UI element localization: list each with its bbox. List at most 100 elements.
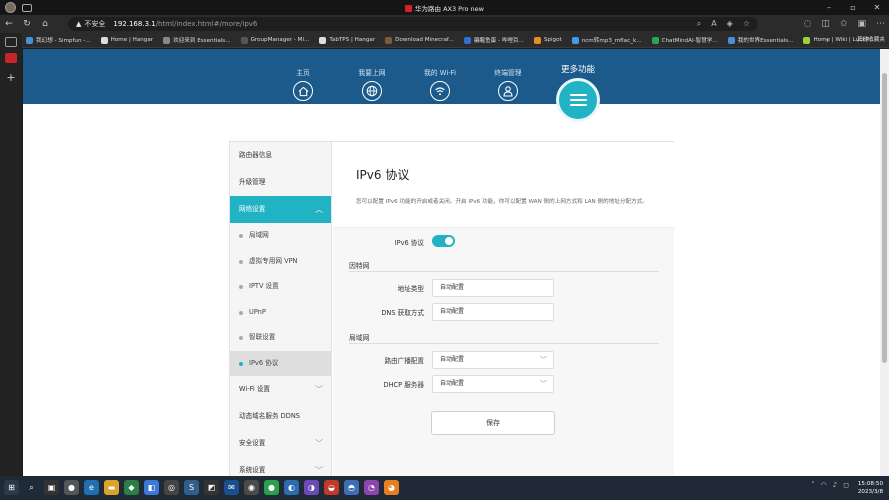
more-features-menu-icon[interactable] — [556, 78, 600, 122]
browser-side-rail: + — [0, 33, 22, 476]
dhcp-select[interactable]: 自动配置 ﹀ — [432, 375, 554, 393]
maximize-button[interactable]: ▫ — [841, 0, 865, 15]
edge-icon[interactable]: e — [84, 480, 99, 495]
sidebar-subitem-vpn[interactable]: 虚拟专用网 VPN — [230, 249, 331, 275]
read-aloud-icon[interactable]: A — [711, 19, 716, 29]
nav-internet[interactable]: 我要上网 — [347, 67, 397, 101]
sidebar-item-upgrade[interactable]: 升级管理 — [230, 169, 331, 196]
sidebar-item-security[interactable]: 安全设置 ﹀ — [230, 430, 331, 457]
ipv6-toggle-switch[interactable] — [432, 235, 455, 247]
bookmark-item[interactable]: ncm转mp3_mflac_k... — [571, 36, 642, 44]
back-button[interactable]: ← — [0, 19, 18, 29]
wechat-icon[interactable]: ● — [264, 480, 279, 495]
ra-select[interactable]: 自动配置 ﹀ — [432, 351, 554, 369]
tab-actions-icon[interactable] — [5, 37, 17, 47]
app-icon[interactable]: ◩ — [204, 480, 219, 495]
warning-icon[interactable]: ▲ — [76, 20, 81, 28]
sidebar-item-system[interactable]: 系统设置 ﹀ — [230, 457, 331, 476]
globe-icon — [362, 81, 382, 101]
bookmark-item[interactable]: Spigot — [533, 36, 562, 44]
favorite-star-icon[interactable]: ☆ — [743, 19, 750, 29]
bookmark-item[interactable]: Download Minecraf... — [385, 36, 454, 44]
refresh-circle-icon[interactable]: ◌ — [804, 19, 812, 29]
file-explorer-icon[interactable]: ▬ — [104, 480, 119, 495]
ipv6-toggle-row: IPv6 协议 — [333, 233, 674, 251]
app-icon[interactable]: ◔ — [364, 480, 379, 495]
bookmark-item[interactable]: 我幻想 - Simpfun -... — [26, 36, 91, 44]
page-scrollbar[interactable] — [880, 49, 889, 476]
security-label[interactable]: 不安全 — [84, 19, 105, 29]
bookmark-favicon-icon — [240, 36, 248, 44]
bookmark-favicon-icon — [533, 36, 541, 44]
app-icon[interactable]: ◑ — [304, 480, 319, 495]
bullet-dot-icon — [239, 310, 243, 315]
app-icon[interactable]: ◎ — [164, 480, 179, 495]
app-icon[interactable]: ● — [64, 480, 79, 495]
profile-avatar[interactable] — [5, 2, 16, 13]
bookmarks-bar: 我幻想 - Simpfun -... Home | Hangar 欢迎来到 Es… — [0, 33, 889, 48]
sidebar-subitem-lan[interactable]: 局域网 — [230, 223, 331, 249]
windows-start-icon[interactable]: ⊞ — [4, 480, 19, 495]
bookmark-item[interactable]: 骗醒鱼蛋 - 哔哩百... — [463, 36, 524, 44]
app-icon[interactable]: S — [184, 480, 199, 495]
nav-home[interactable]: 主页 — [278, 67, 328, 101]
other-bookmarks-folder[interactable]: 其他收藏夹 — [857, 33, 885, 47]
bookmark-item[interactable]: Home | Hangar — [100, 36, 153, 44]
task-view-icon[interactable]: ▣ — [44, 480, 59, 495]
dns-field[interactable]: 自动配置 — [432, 303, 554, 321]
nav-devices[interactable]: 终端管理 — [483, 67, 533, 101]
sidebar-subitem-ipv6[interactable]: IPv6 协议 — [230, 350, 331, 376]
reload-button[interactable]: ↻ — [18, 19, 36, 29]
new-tab-plus-icon[interactable]: + — [0, 71, 22, 84]
extension-icon[interactable]: ◈ — [727, 19, 733, 29]
chevron-down-icon: ﹀ — [315, 439, 323, 448]
sidebar-item-router-info[interactable]: 路由器信息 — [230, 142, 331, 169]
notification-icon[interactable]: ◻ — [843, 481, 849, 489]
search-icon[interactable]: ⌕ — [24, 480, 39, 495]
address-bar[interactable]: ▲ 不安全 192.168.3.1/html/index.html#/more/… — [68, 17, 758, 31]
menu-icon[interactable]: ⋯ — [876, 19, 885, 29]
tray-chevron-icon[interactable]: ˄ — [811, 481, 815, 489]
save-button[interactable]: 保存 — [431, 411, 555, 435]
bookmarks-overflow-chevron-icon[interactable]: › — [826, 33, 829, 47]
split-screen-icon[interactable]: ◫ — [821, 19, 830, 29]
bookmark-item[interactable]: 我的世界Essentials... — [727, 36, 793, 44]
chevron-down-icon: ﹀ — [315, 385, 323, 394]
app-icon[interactable]: ◆ — [124, 480, 139, 495]
app-icon[interactable]: ◉ — [244, 480, 259, 495]
scrollbar-thumb[interactable] — [882, 73, 887, 363]
app-icon[interactable]: ◒ — [324, 480, 339, 495]
bookmark-item[interactable]: TabTPS | Hangar — [319, 36, 375, 44]
network-icon[interactable]: ◠ — [821, 481, 827, 489]
sidebar-item-ddns[interactable]: 动态域名服务 DDNS — [230, 403, 331, 430]
dhcp-row: DHCP 服务器 自动配置 ﹀ — [333, 375, 674, 393]
app-icon[interactable]: ◧ — [144, 480, 159, 495]
sidebar-subitem-iptv[interactable]: IPTV 设置 — [230, 274, 331, 300]
more-features-label: 更多功能 — [560, 65, 595, 75]
app-icon[interactable]: ◐ — [284, 480, 299, 495]
app-icon[interactable]: ✉ — [224, 480, 239, 495]
nav-wifi[interactable]: 我的 Wi-Fi — [415, 67, 465, 101]
close-button[interactable]: ✕ — [865, 0, 889, 15]
volume-icon[interactable]: ♪ — [833, 481, 837, 489]
bookmark-item[interactable]: 欢迎来到 Essentials... — [163, 36, 231, 44]
taskbar-clock[interactable]: 15:08:50 2023/3/8 — [858, 480, 883, 496]
sidebar-subitem-upnp[interactable]: UPnP — [230, 300, 331, 326]
address-type-field[interactable]: 自动配置 — [432, 279, 554, 297]
collections-icon[interactable]: ▣ — [857, 19, 866, 29]
bookmark-item[interactable]: ChatMindAI-智慧学... — [651, 36, 718, 44]
favorites-icon[interactable]: ✩ — [840, 19, 848, 29]
bookmark-favicon-icon — [651, 36, 659, 44]
sidebar-subitem-smart-link[interactable]: 智联设置 — [230, 325, 331, 351]
app-icon[interactable]: ◕ — [384, 480, 399, 495]
home-button[interactable]: ⌂ — [36, 19, 54, 29]
workspaces-icon[interactable] — [22, 3, 32, 12]
search-icon[interactable]: ⌕ — [697, 19, 701, 29]
bookmark-item[interactable]: GroupManager - Mi... — [240, 36, 309, 44]
sidebar-item-wifi-settings[interactable]: Wi-Fi 设置 ﹀ — [230, 376, 331, 403]
bookmark-favicon-icon — [319, 36, 327, 44]
app-icon[interactable]: ◓ — [344, 480, 359, 495]
minimize-button[interactable]: – — [817, 0, 841, 15]
pinned-tab-huawei[interactable] — [5, 53, 17, 63]
sidebar-item-network-settings[interactable]: 网络设置 ︿ — [230, 196, 331, 223]
